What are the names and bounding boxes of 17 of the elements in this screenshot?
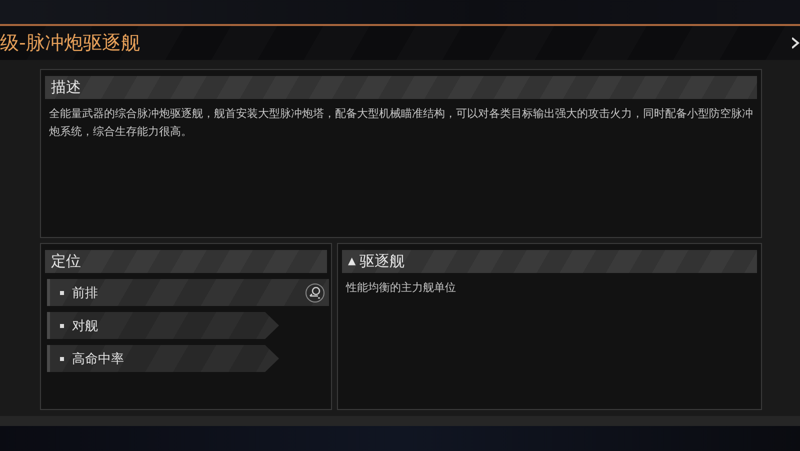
class-icon: ▲ (348, 256, 356, 267)
role-label: 对舰 (72, 318, 99, 334)
role-label: 前排 (72, 284, 99, 302)
swap-icon[interactable] (305, 282, 325, 302)
description-text: 全能量武器的综合脉冲炮驱逐舰，舰首安装大型脉冲炮塔，配备大型机械瞄准结构，可以对各类目标输出强大的攻击火力，同时配备小型防空脉冲炮系统，综合生存能力很高。 (49, 106, 753, 140)
class-description: 性能均衡的主力舰单位 (346, 280, 457, 296)
role-tag[interactable]: 高命中率 (47, 345, 279, 372)
role-tag[interactable]: 前排 (47, 279, 329, 306)
section-title: 描述 (51, 78, 81, 97)
window-title: 级-脉冲炮驱逐舰 (0, 31, 140, 56)
bullet-icon (60, 290, 64, 294)
section-title: 驱逐舰 (360, 252, 405, 271)
role-label: 高命中率 (72, 350, 125, 368)
bullet-icon (60, 324, 64, 328)
bullet-icon (60, 356, 64, 360)
role-tag[interactable]: 对舰 (47, 312, 279, 339)
section-title: 定位 (51, 252, 81, 271)
